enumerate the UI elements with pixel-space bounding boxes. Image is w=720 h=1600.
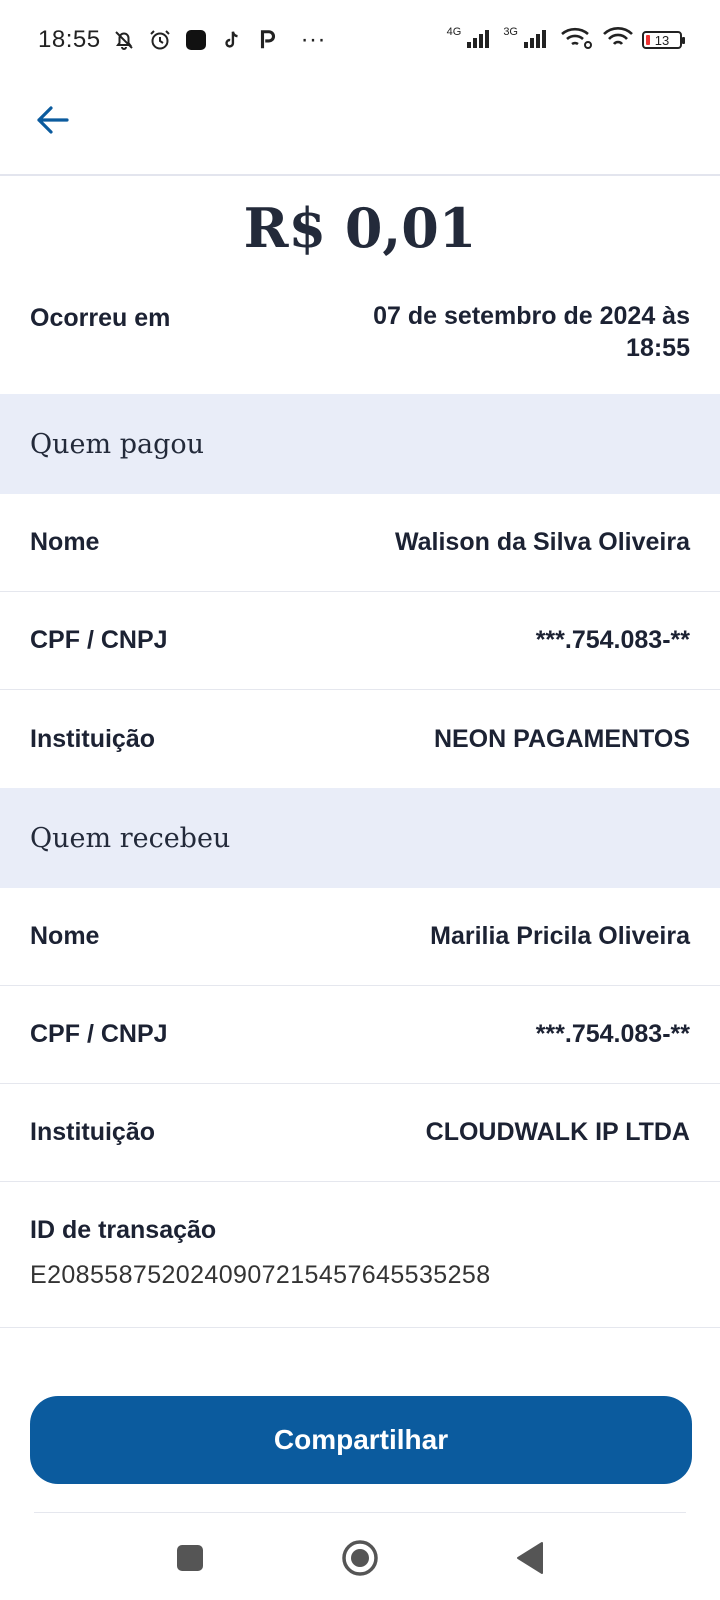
tiktok-icon — [219, 27, 245, 53]
bell-off-icon — [111, 27, 137, 53]
receiver-institution-value: CLOUDWALK IP LTDA — [425, 1118, 690, 1146]
section-receiver: Quem recebeu — [0, 788, 720, 888]
payer-cpf-value: ***.754.083-** — [535, 626, 690, 654]
home-icon — [340, 1538, 380, 1583]
transaction-id-block: ID de transação E20855875202409072154576… — [0, 1188, 720, 1328]
receiver-cpf-value: ***.754.083-** — [535, 1020, 690, 1048]
system-nav-bar — [0, 1520, 720, 1600]
transaction-id-value: E20855875202409072154576455352​58 — [30, 1261, 491, 1289]
network-label-2: 3G — [503, 26, 518, 38]
top-app-bar — [0, 80, 720, 176]
payer-cpf-label: CPF / CNPJ — [30, 626, 168, 654]
occurred-label: Ocorreu em — [30, 304, 171, 332]
battery-percent: 13 — [654, 32, 670, 48]
back-nav-icon — [515, 1541, 545, 1580]
section-payer: Quem pagou — [0, 394, 720, 494]
payer-cpf-row: CPF / CNPJ ***.754.083-** — [0, 592, 720, 690]
wifi-link-icon — [560, 26, 594, 55]
battery-icon: 13 — [642, 31, 685, 49]
back-button[interactable] — [28, 98, 76, 146]
payer-name-row: Nome Walison da Silva Oliveira — [0, 494, 720, 592]
receiver-name-value: Marilia Pricila Oliveira — [430, 922, 690, 950]
receiver-name-row: Nome Marilia Pricila Oliveira — [0, 888, 720, 986]
payer-institution-row: Instituição NEON PAGAMENTOS — [0, 690, 720, 788]
back-nav-button[interactable] — [505, 1535, 555, 1585]
signal-icon-2 — [522, 27, 552, 54]
battery-level — [646, 35, 650, 45]
payer-name-label: Nome — [30, 528, 100, 556]
status-time: 18:55 — [38, 26, 101, 53]
status-right: 4G 3G 13 — [446, 26, 685, 55]
payer-institution-label: Instituição — [30, 724, 156, 753]
payer-institution-value: NEON PAGAMENTOS — [433, 724, 690, 753]
picpay-icon — [255, 27, 281, 53]
alarm-icon — [147, 27, 173, 53]
share-button[interactable]: Compartilhar — [30, 1396, 692, 1484]
receiver-institution-row: Instituição CLOUDWALK IP LTDA — [0, 1084, 720, 1182]
recent-apps-button[interactable] — [165, 1535, 215, 1585]
occurred-value: 07 de setembro de 2024 às 18:55 — [373, 302, 690, 362]
network-label-1: 4G — [446, 26, 462, 38]
nav-divider — [34, 1512, 686, 1513]
receiver-cpf-label: CPF / CNPJ — [30, 1020, 168, 1048]
overflow-dots: ··· — [300, 26, 327, 53]
status-bar: 18:55 ··· 4G 3G 13 — [0, 0, 720, 80]
receiver-name-label: Nome — [30, 922, 100, 950]
arrow-left-icon — [35, 105, 69, 140]
app-square-icon — [183, 27, 209, 53]
status-left: 18:55 ··· — [38, 26, 326, 54]
signal-icon — [465, 27, 495, 54]
receiver-cpf-row: CPF / CNPJ ***.754.083-** — [0, 986, 720, 1084]
occurred-row: Ocorreu em 07 de setembro de 2024 às 18:… — [0, 300, 720, 364]
receiver-institution-label: Instituição — [30, 1118, 156, 1146]
recent-apps-icon — [175, 1543, 205, 1578]
transaction-id-label: ID de transação — [30, 1216, 217, 1244]
wifi-icon — [602, 26, 634, 55]
home-button[interactable] — [335, 1535, 385, 1585]
payer-name-value: Walison da Silva Oliveira — [394, 528, 690, 556]
transfer-amount: R$ 0,01 — [243, 196, 477, 260]
